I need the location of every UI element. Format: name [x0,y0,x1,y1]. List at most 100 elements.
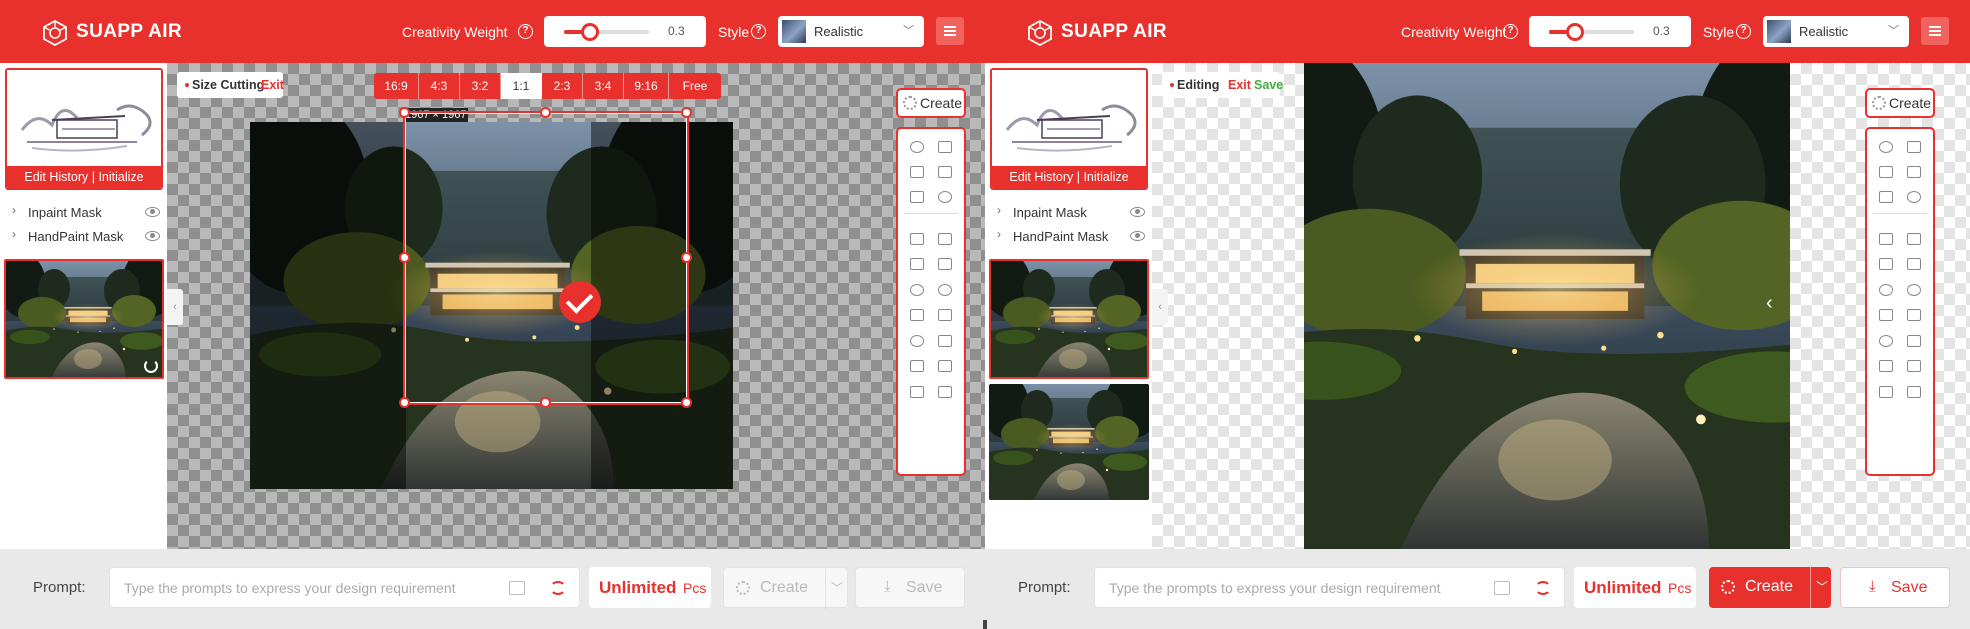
ratio-3-2[interactable]: 3:2 [460,73,501,99]
help-icon[interactable]: ? [1503,24,1518,39]
create-button[interactable]: Create ﹀ [1709,567,1831,608]
resize-icon[interactable] [938,386,952,398]
refresh-icon[interactable] [144,359,158,373]
image-edit-icon[interactable] [1879,233,1893,245]
collapse-sidebar-button[interactable]: ‹ [167,289,183,325]
pen-icon[interactable] [1907,233,1921,245]
select-icon[interactable] [910,166,924,178]
crop-handle[interactable] [681,252,692,263]
settings-icon[interactable] [1879,335,1893,347]
style-select[interactable]: Realistic ﹀ [1763,16,1909,47]
save-button[interactable]: ⤓ Save [1840,567,1950,608]
gallery-icon[interactable] [1907,309,1921,321]
chevron-down-icon[interactable]: ﹀ [831,579,843,596]
edit-history-button[interactable]: Edit History | Initialize [992,166,1146,188]
slider-track[interactable] [1549,23,1634,41]
help-icon[interactable]: ? [518,24,533,39]
history-thumbnail[interactable] [989,384,1149,500]
layer-inpaint-mask[interactable]: › Inpaint Mask [995,203,1145,223]
editing-canvas[interactable]: Editing Exit Save ‹ ‹ Create [1152,63,1970,549]
image-edit-icon[interactable] [910,233,924,245]
crop-handle[interactable] [681,107,692,118]
refresh-icon[interactable] [938,191,952,203]
help-icon[interactable]: ? [1736,24,1751,39]
ratio-9-16[interactable]: 9:16 [624,73,669,99]
crop-handle[interactable] [399,397,410,408]
expand-icon[interactable] [1879,360,1893,372]
eye-icon[interactable] [145,231,160,241]
settings-icon[interactable] [910,335,924,347]
pen-icon[interactable] [938,233,952,245]
ratio-free[interactable]: Free [669,73,721,99]
creativity-weight-slider[interactable]: 0.3 [544,16,706,47]
compare-icon[interactable] [910,258,924,270]
menu-button[interactable] [936,17,964,45]
slider-track[interactable] [564,23,649,41]
chevron-left-icon[interactable]: ‹ [1766,292,1773,315]
translate-icon[interactable] [1535,581,1551,595]
create-tool-button[interactable]: Create [896,88,966,118]
sliders-icon[interactable] [1907,360,1921,372]
lasso-icon[interactable] [938,141,952,153]
history-thumbnail[interactable] [4,259,164,379]
person-icon[interactable] [1907,258,1921,270]
cube-icon[interactable] [1879,309,1893,321]
crop-handle[interactable] [540,397,551,408]
edit-history-button[interactable]: Edit History | Initialize [7,166,161,188]
slider-handle[interactable] [580,23,599,41]
crop-handle[interactable] [399,107,410,118]
ratio-4-3[interactable]: 4:3 [419,73,460,99]
compare-icon[interactable] [1879,258,1893,270]
creativity-weight-slider[interactable]: 0.3 [1529,16,1691,47]
image-upload-icon[interactable] [509,581,525,595]
image-icon[interactable] [1907,335,1921,347]
target-icon[interactable] [1879,141,1893,153]
history-thumbnail[interactable] [989,259,1149,379]
confirm-crop-button[interactable] [559,281,601,323]
create-tool-button[interactable]: Create [1865,88,1935,118]
sketch-thumbnail[interactable]: Edit History | Initialize [5,68,163,190]
export-icon[interactable] [1879,191,1893,203]
eye-icon[interactable] [1130,207,1145,217]
expand-icon[interactable] [910,360,924,372]
layer-inpaint-mask[interactable]: › Inpaint Mask [10,203,160,223]
slider-handle[interactable] [1565,23,1584,41]
ratio-16-9[interactable]: 16:9 [374,73,419,99]
ratio-1-1[interactable]: 1:1 [501,73,542,99]
target-icon[interactable] [910,141,924,153]
image-icon[interactable] [938,335,952,347]
eye-icon[interactable] [145,207,160,217]
prompt-input[interactable] [124,579,486,597]
gallery-icon[interactable] [938,309,952,321]
style-select[interactable]: Realistic ﹀ [778,16,924,47]
translate-icon[interactable] [550,581,566,595]
save-edit-button[interactable]: Save [1254,72,1283,98]
refresh-icon[interactable] [1907,191,1921,203]
layer-handpaint-mask[interactable]: › HandPaint Mask [10,227,160,247]
crop-handle[interactable] [399,252,410,263]
crop-icon[interactable] [910,386,924,398]
save-button[interactable]: ⤓ Save [855,567,965,608]
palette-icon[interactable] [938,284,952,296]
menu-button[interactable] [1921,17,1949,45]
select-icon[interactable] [1879,166,1893,178]
chevron-down-icon[interactable]: ﹀ [1816,578,1828,595]
layer-handpaint-mask[interactable]: › HandPaint Mask [995,227,1145,247]
person-icon[interactable] [938,258,952,270]
crop-frame[interactable] [399,107,692,408]
crop-handle[interactable] [681,397,692,408]
ratio-2-3[interactable]: 2:3 [542,73,583,99]
resize-icon[interactable] [1907,386,1921,398]
sketch-thumbnail[interactable]: Edit History | Initialize [990,68,1148,190]
bulb-icon[interactable] [1879,284,1893,296]
grid-icon[interactable] [1907,166,1921,178]
prompt-input[interactable] [1109,579,1471,597]
cube-icon[interactable] [910,309,924,321]
bulb-icon[interactable] [910,284,924,296]
palette-icon[interactable] [1907,284,1921,296]
exit-button[interactable]: Exit [261,72,284,98]
grid-icon[interactable] [938,166,952,178]
eye-icon[interactable] [1130,231,1145,241]
create-button[interactable]: Create ﹀ [723,567,848,609]
lasso-icon[interactable] [1907,141,1921,153]
